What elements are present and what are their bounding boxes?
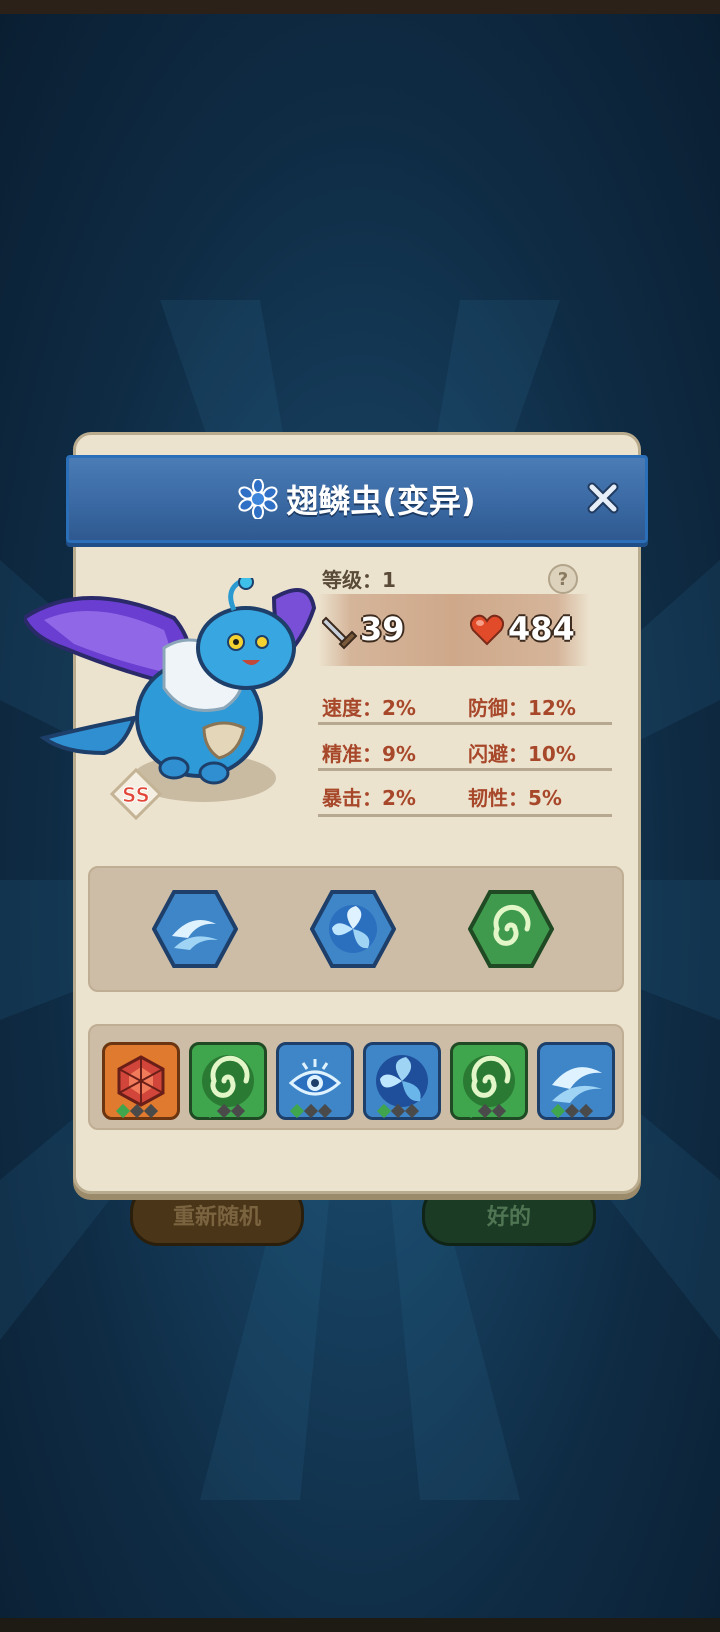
- rank-ss-badge: SS: [110, 768, 162, 820]
- heart-icon: [470, 614, 504, 646]
- stat-divider: [318, 722, 612, 725]
- top-status-strip: [0, 0, 720, 14]
- defense-stat: 防御：12%: [468, 696, 576, 720]
- accuracy-stat: 精准：9%: [322, 742, 416, 766]
- gem-level-pips: [550, 1103, 594, 1120]
- snowflake-element-icon: [238, 479, 278, 519]
- crit-stat: 暴击：2%: [322, 786, 416, 810]
- gem-level-pips: [376, 1103, 420, 1120]
- speed-stat: 速度：2%: [322, 696, 416, 720]
- wave-skill-icon[interactable]: [152, 890, 238, 968]
- close-icon[interactable]: [583, 478, 623, 518]
- stat-divider: [318, 768, 612, 771]
- rank-label: SS: [122, 783, 150, 807]
- wind-swirl-skill-icon[interactable]: [468, 890, 554, 968]
- creature-portrait: [24, 578, 317, 802]
- level-label: 等级：1: [322, 568, 396, 592]
- bottom-strip: [0, 1618, 720, 1632]
- gem-level-pips: [202, 1103, 246, 1120]
- stat-divider: [318, 814, 612, 817]
- water-orb-skill-icon[interactable]: [310, 890, 396, 968]
- gem-level-pips: [289, 1103, 333, 1120]
- hp-value: 484: [508, 610, 575, 648]
- creature-name: 翅鳞虫(变异): [286, 482, 476, 520]
- dialog-title-bar: 翅鳞虫(变异): [66, 455, 648, 543]
- evasion-stat: 闪避：10%: [468, 742, 576, 766]
- sword-icon: [322, 616, 358, 650]
- help-icon[interactable]: ?: [548, 564, 578, 594]
- attack-value: 39: [360, 610, 405, 648]
- gem-level-pips: [463, 1103, 507, 1120]
- gem-level-pips: [115, 1103, 159, 1120]
- tenacity-stat: 韧性：5%: [468, 786, 562, 810]
